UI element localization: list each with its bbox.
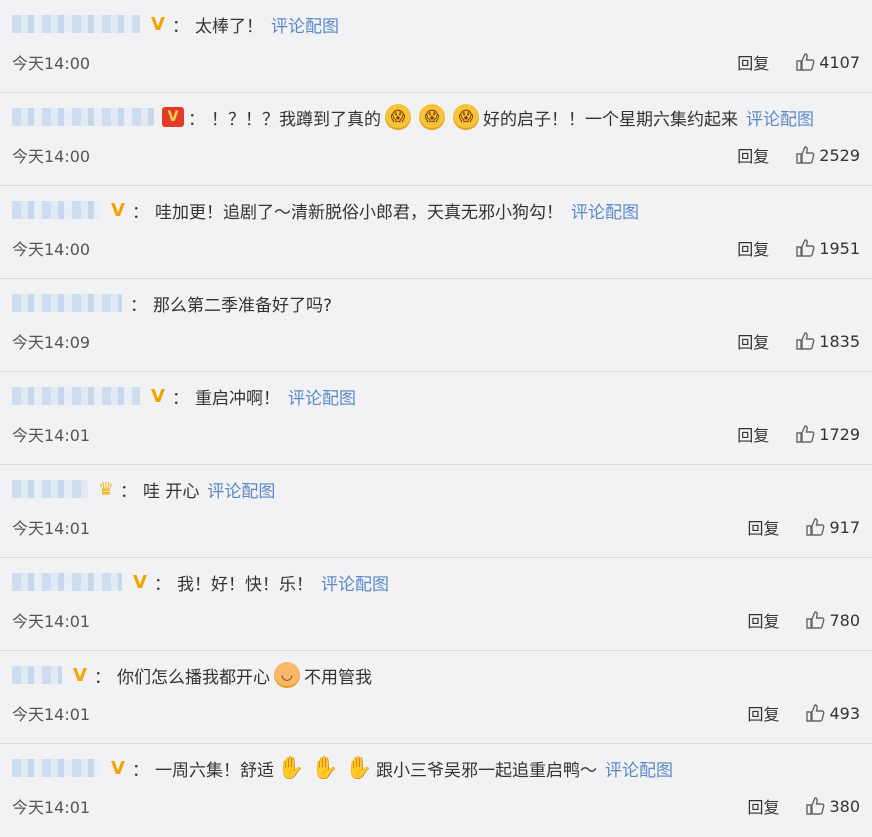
reply-button[interactable]: 回复 [747,515,779,539]
thumb-up-icon[interactable] [795,238,815,258]
like-count: 780 [829,610,860,630]
reply-button[interactable]: 回复 [747,608,779,632]
colon: ： [130,295,147,316]
five-hand-icon: ✋ [345,755,373,781]
comment-text: 不用管我 [304,667,372,688]
comment-text: 重启冲啊！ [195,388,280,409]
like-count: 917 [829,517,860,537]
comment-item: V ： 重启冲啊！ 评论配图 今天14:01 回复 1729 [0,372,872,465]
colon: ： [154,574,171,595]
comment-pic-link[interactable]: 评论配图 [271,12,339,37]
comment-time: 今天14:00 [12,54,91,73]
like-count: 2529 [819,145,860,165]
comment-time: 今天14:01 [12,612,91,631]
username-blurred[interactable] [12,201,100,219]
comment-time: 今天14:00 [12,240,91,259]
reply-button[interactable]: 回复 [737,50,769,74]
thumb-up-icon[interactable] [805,610,825,630]
comment-time: 今天14:01 [12,426,91,445]
colon: ： [132,760,149,781]
reply-button[interactable]: 回复 [737,329,769,353]
thumb-up-icon[interactable] [795,52,815,72]
comment-text: 那么第二季准备好了吗? [153,295,333,316]
comment-time: 今天14:09 [12,333,91,352]
five-hand-icon: ✋ [311,755,339,781]
username-blurred[interactable] [12,387,140,405]
scared-face-icon: 😱 [419,104,445,130]
comment-pic-link[interactable]: 评论配图 [207,477,275,502]
thumb-up-icon[interactable] [795,331,815,351]
reply-button[interactable]: 回复 [747,794,779,818]
reply-button[interactable]: 回复 [737,422,769,446]
comment-pic-link[interactable]: 评论配图 [605,756,673,781]
comment-text: 你们怎么播我都开心 [117,667,270,688]
comment-text: 哇 开心 [143,481,200,502]
blush-face-icon: ◡ [274,662,300,688]
username-blurred[interactable] [12,759,100,777]
vip-badge-icon: V [111,199,125,221]
colon: ： [94,667,111,688]
comment-item: ： 那么第二季准备好了吗? 今天14:09 回复 1835 [0,279,872,372]
comment-pic-link[interactable]: 评论配图 [571,198,639,223]
like-count: 493 [829,703,860,723]
comment-text: 跟小三爷吴邪一起追重启鸭～ [376,760,597,781]
scared-face-icon: 😱 [385,104,411,130]
comment-text: 一周六集！舒适 [155,760,274,781]
username-blurred[interactable] [12,480,88,498]
comment-item: V ： 太棒了！ 评论配图 今天14:00 回复 4107 [0,0,872,93]
comment-pic-link[interactable]: 评论配图 [288,384,356,409]
comment-time: 今天14:01 [12,705,91,724]
thumb-up-icon[interactable] [805,703,825,723]
reply-button[interactable]: 回复 [737,143,769,167]
vip-badge-icon: V [111,757,125,779]
reply-button[interactable]: 回复 [737,236,769,260]
vip-badge-icon: V [151,13,165,35]
comment-item: V ： 我！好！快！乐！ 评论配图 今天14:01 回复 780 [0,558,872,651]
reply-button[interactable]: 回复 [747,701,779,725]
like-count: 380 [829,796,860,816]
comment-text: 好的启子！！一个星期六集约起来 [483,109,738,130]
comment-item: V ： 哇加更！追剧了～清新脱俗小郎君，天真无邪小狗勾！ 评论配图 今天14:0… [0,186,872,279]
comment-item: V ： 一周六集！舒适 ✋ ✋ ✋ 跟小三爷吴邪一起追重启鸭～ 评论配图 今天1… [0,744,872,837]
comment-pic-link[interactable]: 评论配图 [746,105,814,130]
comment-time: 今天14:01 [12,798,91,817]
comment-pic-link[interactable]: 评论配图 [321,570,389,595]
username-blurred[interactable] [12,294,122,312]
username-blurred[interactable] [12,666,62,684]
username-blurred[interactable] [12,15,140,33]
comment-time: 今天14:01 [12,519,91,538]
thumb-up-icon[interactable] [805,517,825,537]
colon: ： [172,388,189,409]
comment-text: 哇加更！追剧了～清新脱俗小郎君，天真无邪小狗勾！ [155,202,563,223]
comment-text: ！？！？我蹲到了真的 [211,109,381,130]
vip-badge-icon: V [133,571,147,593]
username-blurred[interactable] [12,573,122,591]
comment-text: 太棒了！ [195,16,263,37]
colon: ： [132,202,149,223]
comment-text: 我！好！快！乐！ [177,574,313,595]
like-count: 4107 [819,52,860,72]
comment-item: V ： 你们怎么播我都开心 ◡ 不用管我 今天14:01 回复 493 [0,651,872,744]
like-count: 1729 [819,424,860,444]
thumb-up-icon[interactable] [805,796,825,816]
like-count: 1951 [819,238,860,258]
comment-list: V ： 太棒了！ 评论配图 今天14:00 回复 4107 V ： ！？！？我蹲… [0,0,872,823]
colon: ： [172,16,189,37]
colon: ： [120,481,137,502]
username-blurred[interactable] [12,108,154,126]
like-count: 1835 [819,331,860,351]
vip-badge-icon: V [151,385,165,407]
thumb-up-icon[interactable] [795,145,815,165]
vip-badge-icon: V [73,664,87,686]
comment-item: ♛ ： 哇 开心 评论配图 今天14:01 回复 917 [0,465,872,558]
comment-item: V ： ！？！？我蹲到了真的 😱 😱 😱 好的启子！！一个星期六集约起来 评论配… [0,93,872,186]
scared-face-icon: 😱 [453,104,479,130]
vip-badge-icon: V [162,107,184,127]
comment-time: 今天14:00 [12,147,91,166]
five-hand-icon: ✋ [277,755,305,781]
colon: ： [188,109,205,130]
thumb-up-icon[interactable] [795,424,815,444]
crown-badge-icon: ♛ [97,478,115,500]
